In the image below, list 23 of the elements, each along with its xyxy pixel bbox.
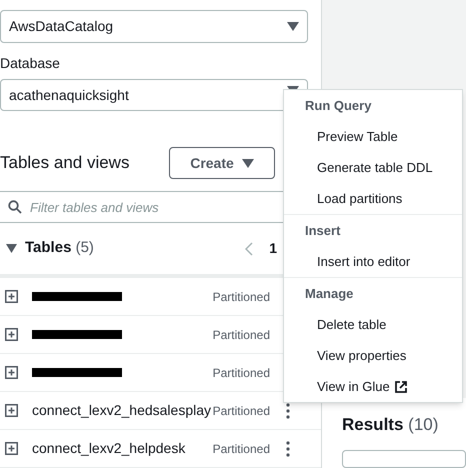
menu-group-heading: Insert	[304, 222, 342, 240]
data-source-dropdown[interactable]: AwsDataCatalog	[0, 10, 308, 43]
page-number[interactable]: 1	[269, 238, 277, 259]
panel-title: Tables and views	[0, 152, 130, 174]
menu-item[interactable]: Insert into editor	[284, 246, 462, 277]
table-name[interactable]: connect_lexv2_hedsalesplay	[32, 402, 212, 418]
partitioned-label: Partitioned	[212, 326, 270, 344]
partitioned-label: Partitioned	[212, 364, 270, 382]
filter-field[interactable]: Filter tables and views	[0, 191, 283, 223]
menu-item[interactable]: View in Glue	[284, 371, 462, 402]
menu-item[interactable]: Generate table DDL	[284, 152, 462, 183]
partitioned-label: Partitioned	[212, 288, 270, 306]
menu-item[interactable]: Load partitions	[284, 183, 462, 214]
menu-item[interactable]: Preview Table	[284, 121, 462, 152]
partitioned-label: Partitioned	[212, 440, 270, 458]
menu-item[interactable]: Delete table	[284, 309, 462, 340]
menu-group-heading: Manage	[304, 284, 354, 303]
create-button[interactable]: Create	[169, 147, 275, 179]
tables-heading: Tables (5)	[25, 238, 94, 258]
table-name[interactable]: connect_lexv2_helpdesk	[32, 440, 186, 456]
menu-item[interactable]: View properties	[284, 340, 462, 371]
database-label: Database	[0, 54, 61, 73]
results-heading: Results (10)	[342, 414, 440, 436]
